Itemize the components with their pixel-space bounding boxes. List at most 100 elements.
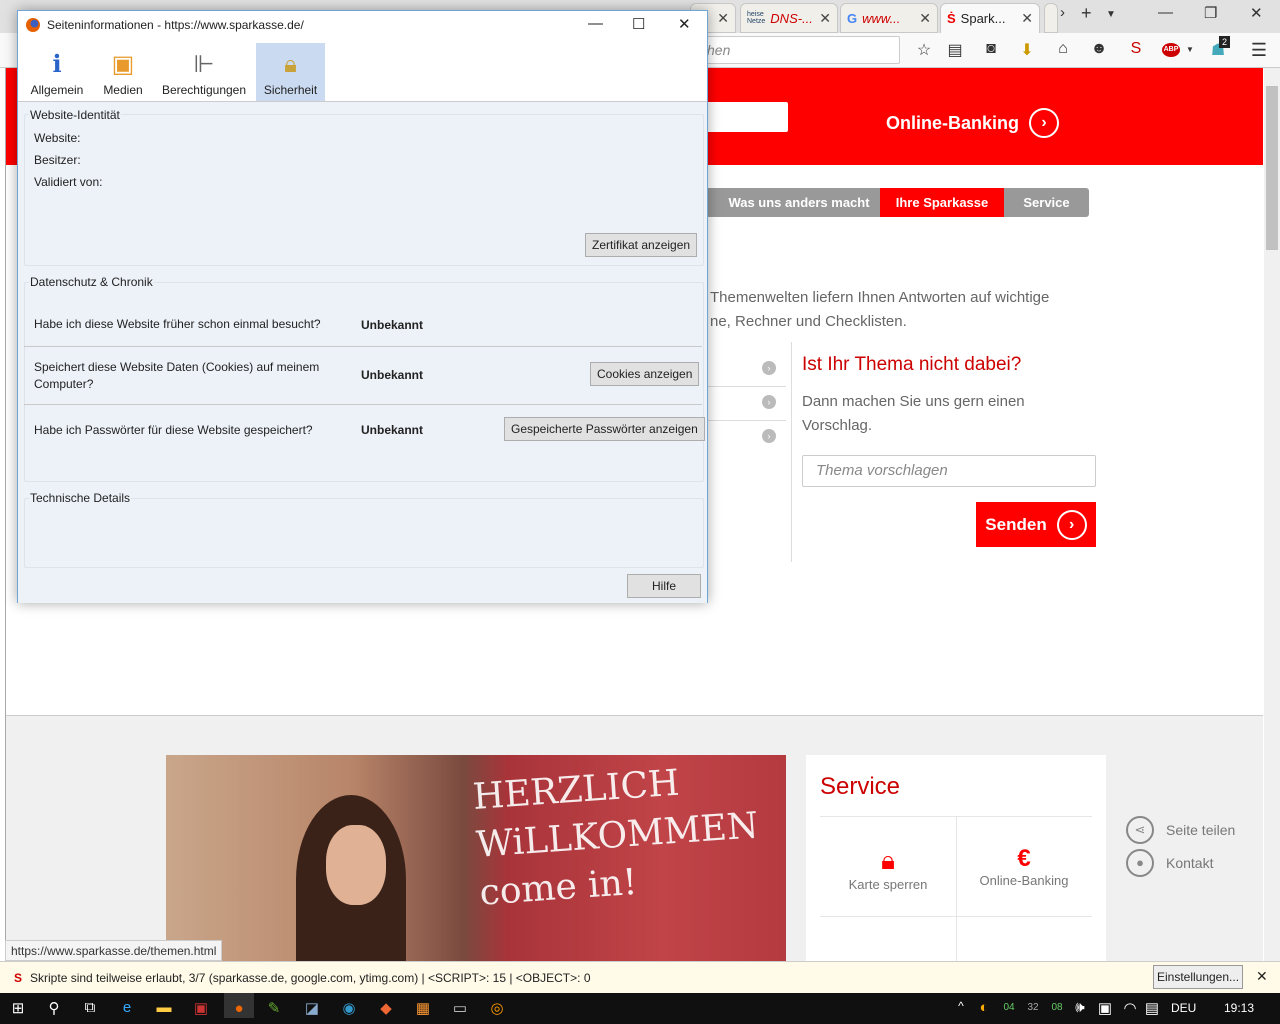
download-icon[interactable]: ⬇ [1017,40,1037,60]
karte-sperren-label: Karte sperren [848,877,928,892]
contact-link[interactable]: ● Kontakt [1126,846,1235,879]
chevron-down-icon[interactable]: ▼ [1180,45,1200,54]
identity-legend: Website-Identität [29,108,121,122]
scrollbar-thumb[interactable] [1266,86,1278,250]
suggest-title: Ist Ihr Thema nicht dabei? [802,354,1022,375]
app-icon[interactable]: ▣ [190,999,212,1017]
chevron-right-icon[interactable]: › [762,361,776,375]
volume-icon[interactable]: 🕪︎ [1069,999,1091,1016]
windows-start-icon[interactable]: ⊞ [7,999,29,1017]
scroll-tabs-icon[interactable]: › [1060,4,1065,21]
padlock-icon: 🔒︎ [284,51,297,78]
laptop-euro-icon: € [1017,845,1031,872]
tab-sicherheit[interactable]: 🔒︎ Sicherheit [256,43,325,101]
menu-icon[interactable]: ☰ [1249,40,1269,61]
tab-heise[interactable]: heise Netze DNS-... ✕ [740,3,838,33]
tab-medien[interactable]: ▣ Medien [96,43,150,101]
view-cookies-button[interactable]: Cookies anzeigen [590,362,700,386]
karte-sperren-link[interactable]: 🔒︎ Karte sperren [820,845,956,892]
share-page-link[interactable]: ⋖ Seite teilen [1126,813,1235,846]
clock[interactable]: 19:13 [1224,1001,1254,1015]
tab-google[interactable]: Gwww... ✕ [840,3,938,33]
tray-mem: 08 [1051,1002,1063,1013]
noscript-bar: S Skripte sind teilweise erlaubt, 3/7 (sp… [0,961,1280,993]
explorer-icon[interactable]: ▬ [153,999,175,1016]
cmd-icon[interactable]: ▭ [449,999,471,1017]
minimize-icon[interactable]: — [588,15,603,32]
home-icon[interactable]: ⌂ [1053,40,1073,58]
app-icon[interactable]: ◆ [375,999,397,1017]
minimize-icon[interactable]: — [1158,4,1173,21]
tray-icon[interactable]: ▣ [1094,999,1116,1017]
new-tab-icon[interactable]: + [1081,3,1092,24]
firefox-icon[interactable]: ● [224,993,254,1018]
tab-label: Allgemein [30,83,84,97]
nav-was-uns-anders-macht[interactable]: Was uns anders macht [706,188,880,217]
tab-partial-right[interactable] [1044,3,1058,33]
info-icon: ℹ [52,51,62,78]
chevron-right-icon[interactable]: › [762,395,776,409]
google-icon: G [847,10,858,26]
emoji-icon[interactable]: ☻ [1089,40,1109,58]
notifications-icon[interactable]: ▤ [1141,999,1163,1017]
bookmark-star-icon[interactable]: ☆ [914,40,934,60]
online-banking-link[interactable]: Online-Banking › [886,108,1060,138]
chevron-right-icon[interactable]: › [762,429,776,443]
passwords-answer: Unbekannt [361,423,424,437]
tray-icon[interactable]: ◐ [973,999,995,1016]
app-icon[interactable]: ▦ [412,999,434,1017]
close-icon[interactable]: ✕ [678,15,691,33]
cookies-answer: Unbekannt [361,368,424,382]
language-indicator[interactable]: DEU [1171,1001,1196,1015]
edge-icon[interactable]: e [116,999,138,1016]
reader-list-icon[interactable]: ▤ [945,40,965,60]
divider [24,346,702,347]
app-icon[interactable]: ✎ [263,999,285,1017]
owner-label: Besitzer: [34,153,81,167]
nav-ihre-sparkasse[interactable]: Ihre Sparkasse [880,188,1004,217]
close-tab-icon[interactable]: ✕ [919,10,931,27]
noscript-icon[interactable]: S [1126,40,1146,58]
divider [956,816,957,961]
tab-sparkasse[interactable]: Ṡ Spark... ✕ [940,3,1040,33]
maximize-icon[interactable]: ☐ [632,15,645,33]
search-icon[interactable]: ⚲ [43,999,65,1017]
search-input[interactable]: hen [700,36,900,64]
app-icon[interactable]: ◪ [301,999,323,1017]
noscript-message: Skripte sind teilweise erlaubt, 3/7 (spa… [30,970,591,985]
close-tab-icon[interactable]: ✕ [1021,10,1033,27]
adblock-icon[interactable]: ABP [1162,43,1180,57]
online-banking-service-link[interactable]: € Online-Banking [956,845,1092,888]
cookies-question: Speichert diese Website Daten (Cookies) … [34,360,320,391]
divider [706,386,786,387]
nav-service[interactable]: Service [1004,188,1089,217]
view-saved-passwords-button[interactable]: Gespeicherte Passwörter anzeigen [504,417,705,441]
side-links: ⋖ Seite teilen ● Kontakt [1126,813,1235,879]
help-button[interactable]: Hilfe [627,574,701,598]
website-label: Website: [34,131,81,145]
tray-temp: 32 [1027,1002,1039,1013]
tab-list-icon[interactable]: ▼ [1106,9,1116,20]
tab-allgemein[interactable]: ℹ Allgemein [24,43,90,101]
send-label: Senden [985,514,1047,534]
tab-berechtigungen[interactable]: ⊩ Berechtigungen [156,43,252,101]
view-certificate-button[interactable]: Zertifikat anzeigen [585,233,698,257]
permissions-icon: ⊩ [193,51,215,78]
topic-suggest-input[interactable]: Thema vorschlagen [802,455,1096,487]
tray-expand-icon[interactable]: ^ [950,999,972,1013]
pocket-icon[interactable]: ◙ [981,40,1001,58]
tab-label: Medien [103,83,143,97]
settings-button[interactable]: Einstellungen... [1153,965,1243,989]
app-icon[interactable]: ◎ [486,999,508,1017]
restore-icon[interactable]: ❐ [1204,4,1217,22]
close-window-icon[interactable]: ✕ [1250,4,1263,22]
close-tab-icon[interactable]: ✕ [819,10,831,27]
close-tab-icon[interactable]: ✕ [717,10,729,27]
task-view-icon[interactable]: ⧉ [79,999,101,1016]
header-search-field[interactable] [706,102,788,132]
app-icon[interactable]: ◉ [338,999,360,1017]
close-bar-icon[interactable]: ✕ [1256,968,1268,985]
send-button[interactable]: Senden › [976,502,1096,547]
wifi-icon[interactable]: ◠ [1119,999,1141,1017]
suggest-text: Dann machen Sie uns gern einen Vorschlag… [802,393,1025,434]
